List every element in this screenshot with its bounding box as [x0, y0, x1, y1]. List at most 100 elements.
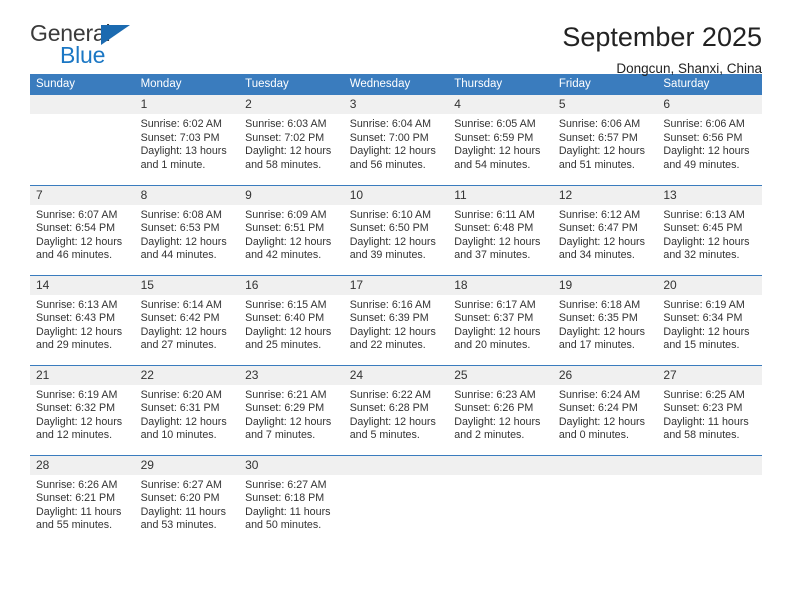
calendar-day-cell[interactable]: 21 Sunrise: 6:19 AM Sunset: 6:32 PM Dayligh… — [30, 364, 135, 455]
daylight-text-line2: and 7 minutes. — [245, 429, 316, 442]
sunset-text: Sunset: 6:39 PM — [349, 312, 429, 325]
daylight-text-line1: Daylight: 11 hours — [245, 505, 331, 518]
sunrise-text: Sunrise: 6:23 AM — [454, 388, 536, 401]
sunrise-text: Sunrise: 6:03 AM — [245, 118, 327, 130]
daylight-text-line1: Daylight: 12 hours — [140, 325, 227, 338]
daylight-text-line1: Daylight: 12 hours — [349, 325, 436, 338]
calendar-day-cell[interactable]: 20 Sunrise: 6:19 AM Sunset: 6:34 PM Dayligh… — [657, 274, 762, 365]
calendar-page: General Blue September 2025 Dongcun, Sha… — [0, 0, 792, 612]
daylight-text-line1: Daylight: 12 hours — [454, 235, 541, 248]
daylight-text-line2: and 46 minutes. — [36, 249, 113, 262]
weekday-header-friday: Friday — [552, 74, 658, 95]
sunset-text: Sunset: 7:03 PM — [140, 131, 220, 144]
calendar-day-cell[interactable]: 2 Sunrise: 6:03 AM Sunset: 7:02 PM Daylight… — [239, 95, 344, 185]
calendar-day-cell[interactable]: 5 Sunrise: 6:06 AM Sunset: 6:57 PM Daylight… — [552, 95, 658, 185]
day-details: Sunrise: 6:17 AM Sunset: 6:37 PM Daylight:… — [448, 295, 553, 353]
day-number: 29 — [134, 455, 240, 475]
calendar-day-cell[interactable]: 3 Sunrise: 6:04 AM Sunset: 7:00 PM Daylight… — [343, 95, 449, 185]
day-details: Sunrise: 6:27 AM Sunset: 6:20 PM Daylight:… — [135, 475, 240, 533]
generalblue-logo[interactable]: General Blue — [30, 22, 150, 68]
day-number — [552, 455, 658, 475]
calendar-day-cell[interactable]: 24 Sunrise: 6:22 AM Sunset: 6:28 PM Dayligh… — [343, 364, 449, 455]
daylight-text-line1: Daylight: 12 hours — [558, 325, 645, 338]
calendar-day-cell[interactable]: 8 Sunrise: 6:08 AM Sunset: 6:53 PM Daylight… — [134, 184, 240, 275]
logo-text-blue: Blue — [60, 42, 106, 68]
day-number: 26 — [552, 365, 658, 385]
daylight-text-line2: and 2 minutes. — [454, 429, 525, 442]
calendar-day-cell[interactable]: 26 Sunrise: 6:24 AM Sunset: 6:24 PM Dayligh… — [552, 364, 658, 455]
sunset-text: Sunset: 6:53 PM — [140, 222, 220, 235]
sunrise-text: Sunrise: 6:14 AM — [140, 298, 222, 311]
sunset-text: Sunset: 6:42 PM — [140, 312, 220, 325]
day-details: Sunrise: 6:27 AM Sunset: 6:18 PM Daylight:… — [239, 475, 344, 533]
calendar-empty-cell — [657, 454, 762, 545]
daylight-text-line1: Daylight: 12 hours — [349, 235, 436, 248]
sunrise-text: Sunrise: 6:18 AM — [558, 298, 641, 311]
calendar-day-cell[interactable]: 11 Sunrise: 6:11 AM Sunset: 6:48 PM Dayligh… — [448, 184, 553, 275]
calendar-day-cell[interactable]: 6 Sunrise: 6:06 AM Sunset: 6:56 PM Daylight… — [657, 95, 762, 185]
daylight-text-line2: and 15 minutes. — [663, 339, 740, 352]
sunset-text: Sunset: 6:45 PM — [663, 222, 743, 235]
daylight-text-line1: Daylight: 12 hours — [245, 325, 332, 338]
logo-triangle-icon — [101, 25, 130, 45]
calendar-day-cell[interactable]: 29 Sunrise: 6:27 AM Sunset: 6:20 PM Dayligh… — [134, 454, 240, 545]
calendar-day-cell[interactable]: 18 Sunrise: 6:17 AM Sunset: 6:37 PM Dayligh… — [448, 274, 553, 365]
day-details: Sunrise: 6:13 AM Sunset: 6:43 PM Daylight:… — [30, 295, 135, 353]
sunrise-text: Sunrise: 6:19 AM — [36, 388, 118, 401]
calendar-day-cell[interactable]: 16 Sunrise: 6:15 AM Sunset: 6:40 PM Dayligh… — [239, 274, 344, 365]
day-number: 3 — [343, 95, 449, 114]
calendar-day-cell[interactable]: 1 Sunrise: 6:02 AM Sunset: 7:03 PM Daylight… — [134, 95, 240, 185]
calendar-day-cell[interactable]: 10 Sunrise: 6:10 AM Sunset: 6:50 PM Dayligh… — [343, 184, 449, 275]
day-details: Sunrise: 6:05 AM Sunset: 6:59 PM Daylight:… — [448, 114, 553, 172]
calendar-day-cell[interactable]: 28 Sunrise: 6:26 AM Sunset: 6:21 PM Dayligh… — [30, 454, 135, 545]
calendar-day-cell[interactable]: 19 Sunrise: 6:18 AM Sunset: 6:35 PM Dayligh… — [552, 274, 658, 365]
calendar-day-cell[interactable]: 7 Sunrise: 6:07 AM Sunset: 6:54 PM Daylight… — [30, 184, 135, 275]
day-number: 12 — [552, 185, 658, 205]
daylight-text-line2: and 12 minutes. — [36, 429, 113, 442]
calendar-week-row: 14 Sunrise: 6:13 AM Sunset: 6:43 PM Dayligh… — [30, 274, 762, 365]
daylight-text-line1: Daylight: 12 hours — [558, 415, 645, 428]
calendar-day-cell[interactable]: 4 Sunrise: 6:05 AM Sunset: 6:59 PM Daylight… — [448, 95, 553, 185]
calendar-body: 1 Sunrise: 6:02 AM Sunset: 7:03 PM Daylight… — [30, 95, 762, 545]
day-details: Sunrise: 6:03 AM Sunset: 7:02 PM Daylight:… — [239, 114, 344, 172]
sunset-text: Sunset: 6:47 PM — [558, 222, 638, 235]
calendar-day-cell[interactable]: 27 Sunrise: 6:25 AM Sunset: 6:23 PM Dayligh… — [657, 364, 762, 455]
calendar-day-cell[interactable]: 17 Sunrise: 6:16 AM Sunset: 6:39 PM Dayligh… — [343, 274, 449, 365]
daylight-text-line1: Daylight: 12 hours — [245, 235, 332, 248]
sunset-text: Sunset: 6:43 PM — [36, 312, 116, 325]
day-number: 8 — [134, 185, 240, 205]
daylight-text-line2: and 44 minutes. — [140, 249, 217, 262]
calendar-day-cell[interactable]: 13 Sunrise: 6:13 AM Sunset: 6:45 PM Dayligh… — [657, 184, 762, 275]
day-details: Sunrise: 6:22 AM Sunset: 6:28 PM Daylight:… — [344, 385, 449, 443]
day-number: 25 — [448, 365, 553, 385]
daylight-text-line2: and 34 minutes. — [558, 249, 635, 262]
sunrise-text: Sunrise: 6:09 AM — [245, 208, 327, 221]
calendar-day-cell[interactable]: 12 Sunrise: 6:12 AM Sunset: 6:47 PM Dayligh… — [552, 184, 658, 275]
sunrise-text: Sunrise: 6:27 AM — [245, 478, 327, 491]
day-number: 2 — [239, 95, 344, 114]
day-details: Sunrise: 6:07 AM Sunset: 6:54 PM Daylight:… — [30, 205, 135, 263]
day-details: Sunrise: 6:04 AM Sunset: 7:00 PM Daylight:… — [344, 114, 449, 172]
calendar-day-cell[interactable]: 25 Sunrise: 6:23 AM Sunset: 6:26 PM Dayligh… — [448, 364, 553, 455]
sunrise-text: Sunrise: 6:11 AM — [454, 208, 535, 221]
day-details: Sunrise: 6:02 AM Sunset: 7:03 PM Daylight:… — [135, 114, 240, 172]
calendar-day-cell[interactable]: 30 Sunrise: 6:27 AM Sunset: 6:18 PM Dayligh… — [239, 454, 344, 545]
daylight-text-line1: Daylight: 12 hours — [36, 415, 123, 428]
calendar-day-cell[interactable]: 23 Sunrise: 6:21 AM Sunset: 6:29 PM Dayligh… — [239, 364, 344, 455]
daylight-text-line2: and 55 minutes. — [36, 519, 113, 532]
daylight-text-line2: and 58 minutes. — [663, 429, 740, 442]
calendar-day-cell[interactable]: 22 Sunrise: 6:20 AM Sunset: 6:31 PM Dayligh… — [134, 364, 240, 455]
calendar-day-cell[interactable]: 15 Sunrise: 6:14 AM Sunset: 6:42 PM Dayligh… — [134, 274, 240, 365]
calendar-week-row: 28 Sunrise: 6:26 AM Sunset: 6:21 PM Dayligh… — [30, 454, 762, 545]
daylight-text-line1: Daylight: 12 hours — [558, 145, 645, 158]
sunrise-text: Sunrise: 6:12 AM — [558, 208, 641, 221]
weekday-header-monday: Monday — [134, 74, 240, 95]
day-number: 14 — [30, 275, 135, 295]
calendar-day-cell[interactable]: 9 Sunrise: 6:09 AM Sunset: 6:51 PM Daylight… — [239, 184, 344, 275]
weekday-header-wednesday: Wednesday — [343, 74, 449, 95]
sunset-text: Sunset: 6:28 PM — [349, 402, 429, 415]
daylight-text-line1: Daylight: 12 hours — [663, 235, 750, 248]
day-number: 24 — [343, 365, 449, 385]
calendar-day-cell[interactable]: 14 Sunrise: 6:13 AM Sunset: 6:43 PM Dayligh… — [30, 274, 135, 365]
sunrise-text: Sunrise: 6:06 AM — [663, 118, 745, 130]
